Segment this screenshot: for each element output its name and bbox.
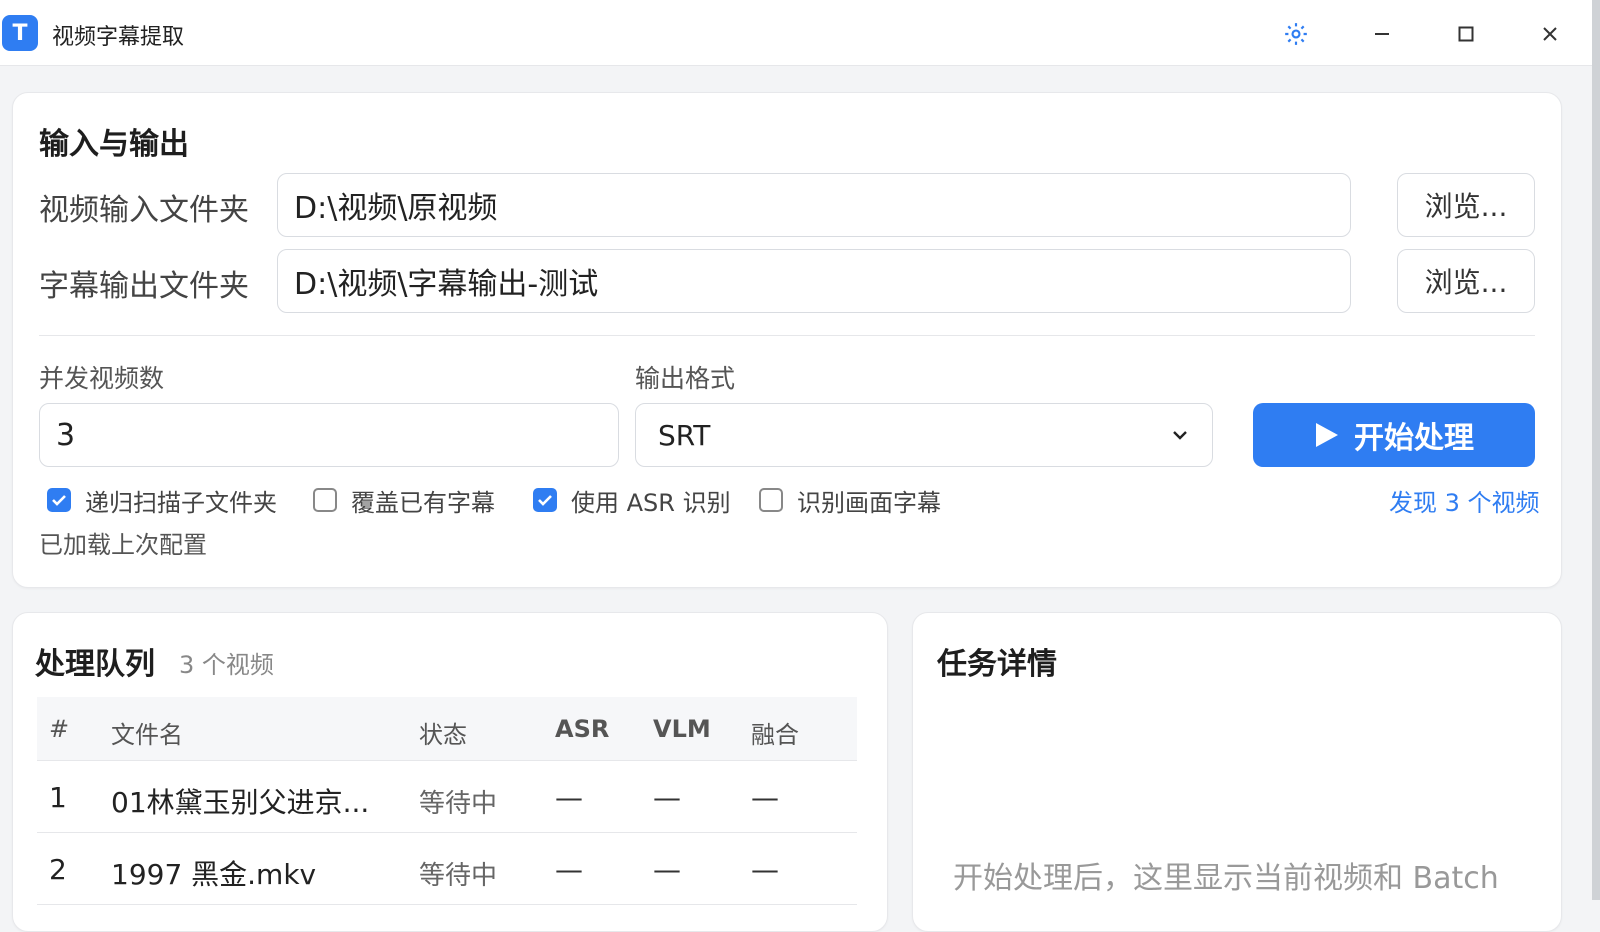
queue-table-header: # 文件名 状态 ASR VLM 融合 [37,697,857,761]
queue-title: 处理队列 [35,647,155,682]
overwrite-label: 覆盖已有字幕 [351,488,495,517]
column-header: ASR [555,715,610,743]
recursive-label: 递归扫描子文件夹 [85,488,277,517]
window-title: 视频字幕提取 [52,25,185,50]
app-logo-icon: T [2,15,38,51]
column-header: 融合 [751,721,799,749]
column-header: 文件名 [111,721,183,749]
recursive-checkbox[interactable]: 递归扫描子文件夹 [47,485,277,517]
subtitle-output-value: D:\视频\字幕输出-测试 [294,267,599,302]
row-file: 1997 黑金.mkv [111,858,317,891]
subtitle-output-field[interactable]: D:\视频\字幕输出-测试 [277,249,1351,313]
row-status: 等待中 [419,789,498,819]
row-status: 等待中 [419,861,498,891]
io-panel: 输入与输出 视频输入文件夹 D:\视频\原视频 浏览... 字幕输出文件夹 D:… [12,92,1562,588]
start-label: 开始处理 [1354,421,1474,456]
config-status-text: 已加载上次配置 [39,531,207,559]
minimize-icon [1375,33,1389,35]
overwrite-checkbox[interactable]: 覆盖已有字幕 [313,485,495,517]
start-button[interactable]: 开始处理 [1253,403,1535,467]
column-header: VLM [653,715,711,743]
io-divider [39,335,1535,336]
checkbox-checked-icon [533,488,557,512]
format-select[interactable]: SRT [635,403,1213,467]
detail-title: 任务详情 [937,647,1057,682]
chevron-down-icon [1173,431,1187,440]
maximize-icon [1458,26,1474,42]
detail-panel: 任务详情 开始处理后，这里显示当前视频和 Batch [912,612,1562,932]
window-edge [1592,0,1600,900]
video-input-field[interactable]: D:\视频\原视频 [277,173,1351,237]
row-merge: — [751,853,779,886]
detail-hint: 开始处理后，这里显示当前视频和 Batch [953,861,1499,896]
settings-button[interactable] [1274,14,1318,54]
screen-subtitle-checkbox[interactable]: 识别画面字幕 [759,485,941,517]
checkbox-unchecked-icon [759,488,783,512]
video-input-label: 视频输入文件夹 [39,193,249,228]
row-merge: — [751,781,779,814]
column-header: # [49,715,70,743]
screen-subtitle-label: 识别画面字幕 [797,488,941,517]
concurrency-label: 并发视频数 [39,364,165,393]
asr-label: 使用 ASR 识别 [571,488,731,517]
concurrency-input[interactable]: 3 [39,403,619,467]
found-videos-link[interactable]: 发现 3 个视频 [1389,483,1540,518]
row-index: 2 [49,853,67,886]
row-asr: — [555,781,583,814]
row-vlm: — [653,853,681,886]
concurrency-value: 3 [56,417,76,453]
subtitle-output-label: 字幕输出文件夹 [39,269,249,304]
browse-output-button[interactable]: 浏览... [1397,249,1535,313]
play-icon [1316,423,1338,447]
asr-checkbox[interactable]: 使用 ASR 识别 [533,485,731,517]
queue-panel: 处理队列 3 个视频 # 文件名 状态 ASR VLM 融合 1 01林黛玉别父… [12,612,888,932]
gear-icon [1285,23,1307,45]
maximize-button[interactable] [1444,14,1488,54]
queue-count: 3 个视频 [179,651,274,679]
video-input-value: D:\视频\原视频 [294,191,498,226]
minimize-button[interactable] [1360,14,1404,54]
row-index: 1 [49,781,67,814]
format-value: SRT [658,418,711,452]
format-label: 输出格式 [635,364,736,393]
row-vlm: — [653,781,681,814]
io-section-title: 输入与输出 [39,127,189,162]
close-button[interactable] [1528,14,1572,54]
close-icon [1543,27,1557,41]
column-header: 状态 [419,721,467,749]
row-file: 01林黛玉别父进京... [111,786,370,819]
table-row[interactable]: 2 1997 黑金.mkv 等待中 — — — [37,833,857,905]
table-row[interactable]: 1 01林黛玉别父进京... 等待中 — — — [37,761,857,833]
checkbox-unchecked-icon [313,488,337,512]
checkbox-checked-icon [47,488,71,512]
title-bar: T 视频字幕提取 [0,0,1592,66]
row-asr: — [555,853,583,886]
browse-input-button[interactable]: 浏览... [1397,173,1535,237]
